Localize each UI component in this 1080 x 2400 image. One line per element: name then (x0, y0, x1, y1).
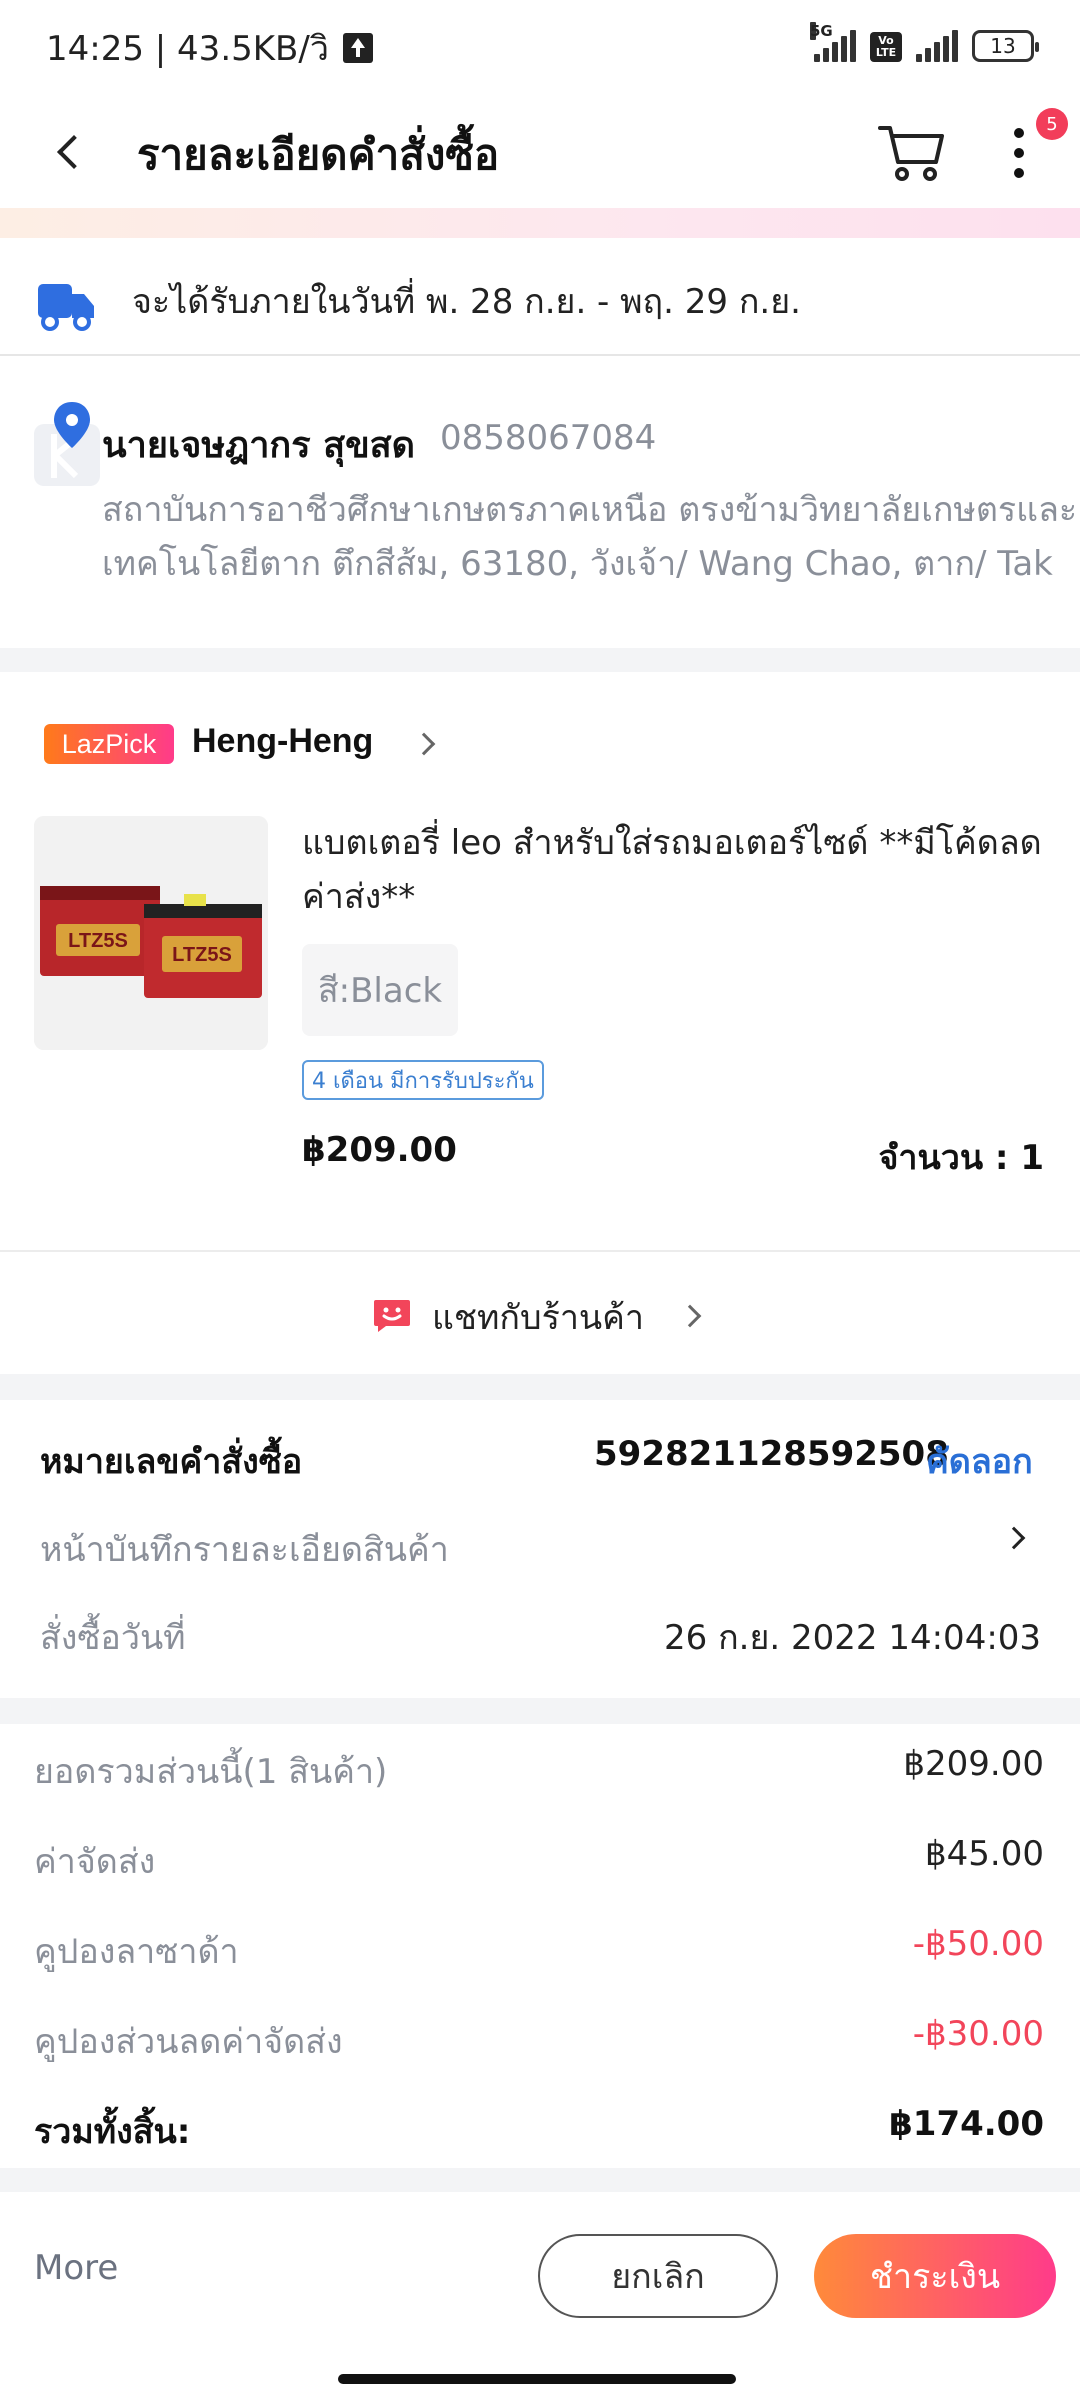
status-left: 14:25 | 43.5KB/วิ (46, 21, 373, 75)
recipient-name: นายเจษฎากร สุขสด (102, 425, 416, 466)
product-image[interactable]: LTZ5S LTZ5S (34, 816, 268, 1050)
shipping-address[interactable]: นายเจษฎากร สุขสด 0858067084 สถาบันการอาช… (0, 358, 1080, 648)
status-icons: 5G Vo LTE 13 (810, 22, 1039, 62)
status-time-speed: 14:25 | 43.5KB/วิ (46, 29, 329, 69)
warranty-badge: 4 เดือน มีการรับประกัน (302, 1060, 544, 1100)
volte-icon: Vo LTE (870, 32, 902, 62)
network-type: 5G (810, 22, 833, 40)
recipient-phone: 0858067084 (440, 418, 657, 458)
product-price: ฿209.00 (302, 1130, 457, 1170)
chat-icon (372, 1298, 412, 1338)
address-line-1: สถาบันการอาชีวศึกษาเกษตรภาคเหนือ ตรงข้าม… (102, 490, 1078, 530)
section-divider (0, 2168, 1080, 2192)
address-line-2: เทคโนโลยีตาก ตึกสีส้ม, 63180, วังเจ้า/ W… (102, 544, 1053, 584)
header-gradient-band (0, 208, 1080, 238)
section-divider (0, 648, 1080, 672)
product-variant: สี:Black (302, 944, 458, 1036)
pay-button[interactable]: ชำระเงิน (814, 2234, 1056, 2318)
chat-label: แชทกับร้านค้า (432, 1298, 645, 1338)
battery-label: LTZ5S (172, 944, 232, 966)
copy-button[interactable]: คัดลอก (926, 1434, 1033, 1488)
product-title[interactable]: แบตเตอรี่ leo สำหรับใส่รถมอเตอร์ไซด์ **ม… (302, 816, 1048, 924)
battery-icon: 13 (972, 30, 1039, 62)
battery-level: 13 (990, 34, 1016, 58)
home-indicator[interactable] (338, 2374, 736, 2384)
section-divider (0, 1698, 1080, 1724)
cart-icon[interactable] (876, 116, 946, 186)
section-divider (0, 1374, 1080, 1400)
chevron-right-icon (678, 1304, 702, 1328)
order-date-label: สั่งซื้อวันที่ (40, 1618, 186, 1658)
order-date-value: 26 ก.ย. 2022 14:04:03 (664, 1618, 1042, 1658)
chevron-right-icon[interactable] (1002, 1526, 1026, 1550)
lazada-coupon-value: -฿50.00 (912, 1924, 1044, 1964)
cancel-order-button[interactable]: ยกเลิก (538, 2234, 778, 2318)
shipping-fee-value: ฿45.00 (925, 1834, 1044, 1874)
page-title: รายละเอียดคำสั่งซื้อ (137, 130, 500, 179)
more-link[interactable]: More (34, 2248, 118, 2288)
shipping-coupon-value: -฿30.00 (912, 2014, 1044, 2054)
battery-label: LTZ5S (68, 930, 128, 952)
back-button[interactable] (48, 128, 88, 176)
chevron-right-icon (412, 732, 436, 756)
store-name: Heng-Heng (192, 722, 374, 760)
lazada-coupon-label: คูปองลาซาด้า (34, 1932, 239, 1972)
product-quantity: จำนวน : 1 (878, 1138, 1044, 1178)
total-label: รวมทั้งสิ้น: (34, 2112, 191, 2152)
status-bar: 14:25 | 43.5KB/วิ 5G Vo LTE 13 (0, 0, 1080, 96)
shipping-coupon-label: คูปองส่วนลดค่าจัดส่ง (34, 2022, 343, 2062)
store-header[interactable]: LazPick Heng-Heng (0, 680, 1080, 810)
total-value: ฿174.00 (889, 2104, 1044, 2144)
truck-icon (36, 278, 96, 338)
order-number: 592821128592508 (594, 1434, 949, 1474)
product-detail-record-link[interactable]: หน้าบันทึกรายละเอียดสินค้า (40, 1522, 449, 1576)
order-number-label: หมายเลขคำสั่งซื้อ (40, 1442, 303, 1482)
lazpick-badge: LazPick (44, 724, 174, 764)
chat-with-seller-button[interactable]: แชทกับร้านค้า (0, 1250, 1080, 1374)
header: รายละเอียดคำสั่งซื้อ (0, 96, 1080, 208)
subtotal-label: ยอดรวมส่วนนี้(1 สินค้า) (34, 1752, 388, 1792)
signal-5g-icon: 5G (810, 22, 856, 62)
location-pin-icon (34, 400, 106, 494)
bottom-action-bar: More ยกเลิก ชำระเงิน (0, 2192, 1080, 2356)
delivery-estimate: จะได้รับภายในวันที่ พ. 28 ก.ย. - พฤ. 29 … (0, 238, 1080, 356)
subtotal-value: ฿209.00 (903, 1744, 1044, 1784)
delivery-date-text: จะได้รับภายในวันที่ พ. 28 ก.ย. - พฤ. 29 … (132, 282, 801, 322)
upload-icon (342, 33, 373, 63)
signal-icon (916, 30, 958, 62)
shipping-fee-label: ค่าจัดส่ง (34, 1842, 156, 1882)
notification-badge: 5 (1036, 108, 1068, 140)
